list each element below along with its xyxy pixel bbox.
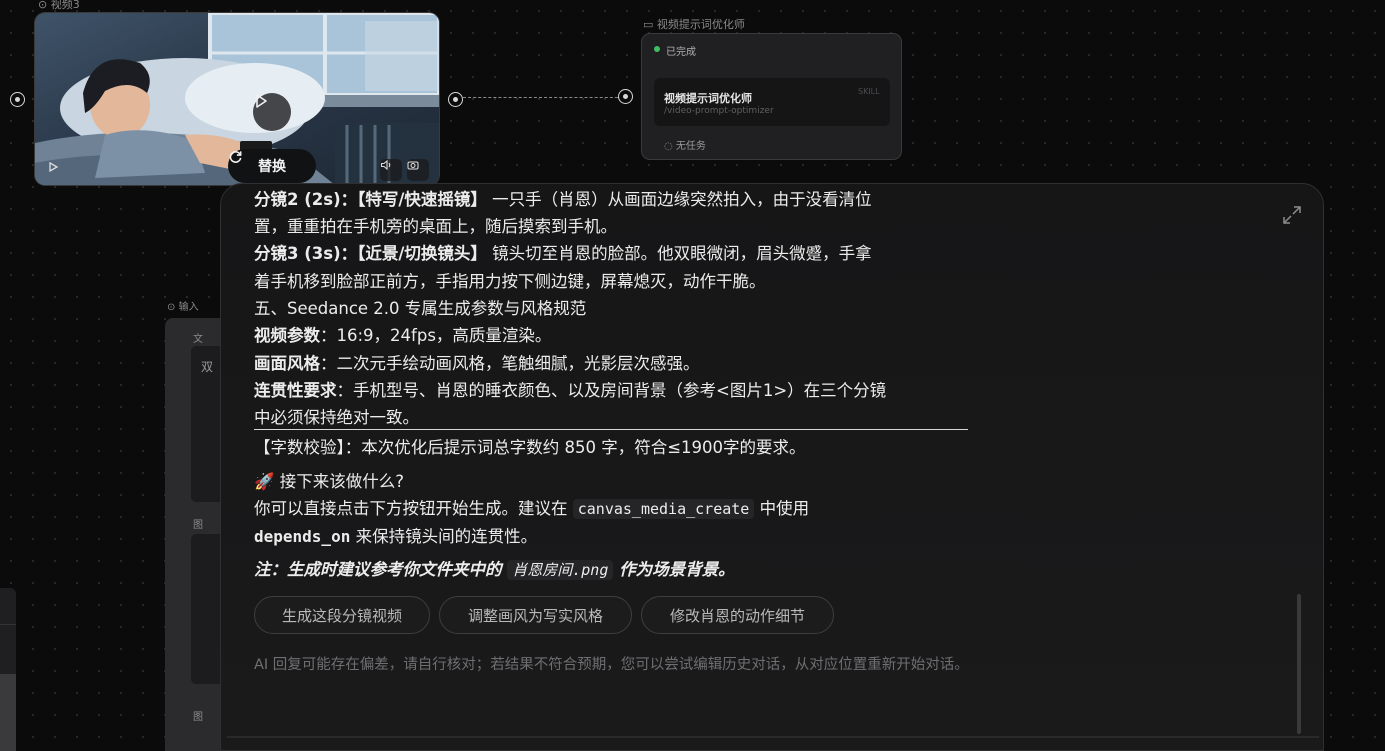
video-thumbnail[interactable]: 替换 [35, 13, 439, 185]
input-node-label: ⊙ 输入 [167, 302, 199, 313]
text-field-content: 双 [201, 360, 214, 374]
connection-line [463, 97, 623, 98]
message-line: 置，重重拍在手机旁的桌面上，随后摸索到手机。 [254, 217, 617, 236]
code-inline: canvas_media_create [572, 499, 755, 519]
left-edge-block [0, 674, 16, 751]
message-line: 中必须保持绝对一致。 [254, 408, 419, 427]
suggestion-chip[interactable]: 修改肖恩的动作细节 [641, 596, 834, 634]
message-line: 分镜3 (3s)：【近景/切换镜头】 镜头切至肖恩的脸部。他双眼微闭，眉头微蹙，… [254, 244, 872, 263]
ai-disclaimer: AI 回复可能存在偏差，请自行核对；若结果不符合预期，您可以尝试编辑历史对话，从… [254, 657, 969, 673]
document-icon: ▭ [643, 18, 654, 31]
play-icon [256, 94, 267, 108]
field-label-text: 文 [193, 334, 203, 345]
field-label-image-2: 图 [193, 712, 203, 723]
bottom-border [227, 736, 1319, 738]
refresh-icon [229, 151, 242, 163]
suggestion-chip[interactable]: 调整画风为写实风格 [439, 596, 632, 634]
task-text: ◌ 无任务 [664, 141, 706, 152]
suggestion-chip[interactable]: 生成这段分镜视频 [254, 596, 430, 634]
expand-icon [1283, 206, 1301, 224]
skill-badge: SKILL [858, 87, 880, 96]
volume-button[interactable] [380, 159, 402, 181]
optimizer-node-label: ▭ 视频提示词优化师 [643, 18, 745, 31]
scrollbar[interactable] [1297, 594, 1301, 734]
expand-button[interactable] [1281, 204, 1303, 230]
divider [254, 429, 968, 430]
video-node-icon: ⊙ [38, 0, 48, 11]
volume-icon [380, 159, 391, 171]
video-output-port[interactable] [448, 92, 463, 107]
status-text: 已完成 [666, 47, 696, 58]
message-line: 连贯性要求：手机型号、肖恩的睡衣颜色、以及房间背景（参考<图片1>）在三个分镜 [254, 381, 887, 400]
skill-card[interactable]: 视频提示词优化师 /video-prompt-optimizer SKILL [654, 78, 890, 126]
optimizer-input-port[interactable] [618, 89, 633, 104]
replace-button[interactable]: 替换 [228, 149, 316, 183]
message-line: 画面风格：二次元手绘动画风格，笔触细腻，光影层次感强。 [254, 354, 700, 373]
field-label-image-1: 图 [193, 520, 203, 531]
code-inline: depends_on [254, 527, 351, 546]
message-line: 分镜2 (2s)：【特写/快速摇镜】 一只手（肖恩）从画面边缘突然拍入，由于没看… [254, 190, 872, 209]
left-edge-panel [0, 588, 16, 751]
code-inline: 肖恩房间.png [507, 560, 614, 580]
input-node-icon: ⊙ [167, 302, 176, 313]
message-line: 【字数校验】：本次优化后提示词总字数约 850 字，符合≤1900字的要求。 [254, 438, 806, 457]
message-line: 着手机移到脸部正前方，手指用力按下侧边键，屏幕熄灭，动作干脆。 [254, 272, 766, 291]
next-steps-heading: 🚀 接下来该做什么? [254, 472, 405, 491]
video-node-label: ⊙ 视频3 [38, 0, 80, 11]
next-steps-paragraph: 你可以直接点击下方按钮开始生成。建议在 canvas_media_create … [254, 499, 810, 519]
skill-name: 视频提示词优化师 [664, 92, 752, 105]
next-steps-paragraph: depends_on 来保持镜头间的连贯性。 [254, 527, 538, 546]
left-edge-divider [0, 624, 16, 625]
snapshot-button[interactable] [407, 159, 429, 181]
input-node[interactable]: 文 双 图 图 [165, 318, 239, 751]
skill-path: /video-prompt-optimizer [664, 106, 774, 116]
video-input-port[interactable] [10, 92, 25, 107]
message-line: 视频参数：16:9，24fps，高质量渲染。 [254, 326, 552, 345]
play-button[interactable] [253, 93, 291, 131]
message-line: 五、Seedance 2.0 专属生成参数与风格规范 [254, 299, 587, 318]
task-icon: ◌ [664, 141, 673, 152]
chat-panel: 分镜2 (2s)：【特写/快速摇镜】 一只手（肖恩）从画面边缘突然拍入，由于没看… [220, 183, 1324, 751]
note-paragraph: 注：生成时建议参考你文件夹中的 肖恩房间.png 作为场景背景。 [254, 560, 735, 580]
camera-icon [407, 161, 419, 170]
status-dot [654, 46, 660, 52]
replace-button-label: 替换 [258, 159, 286, 175]
